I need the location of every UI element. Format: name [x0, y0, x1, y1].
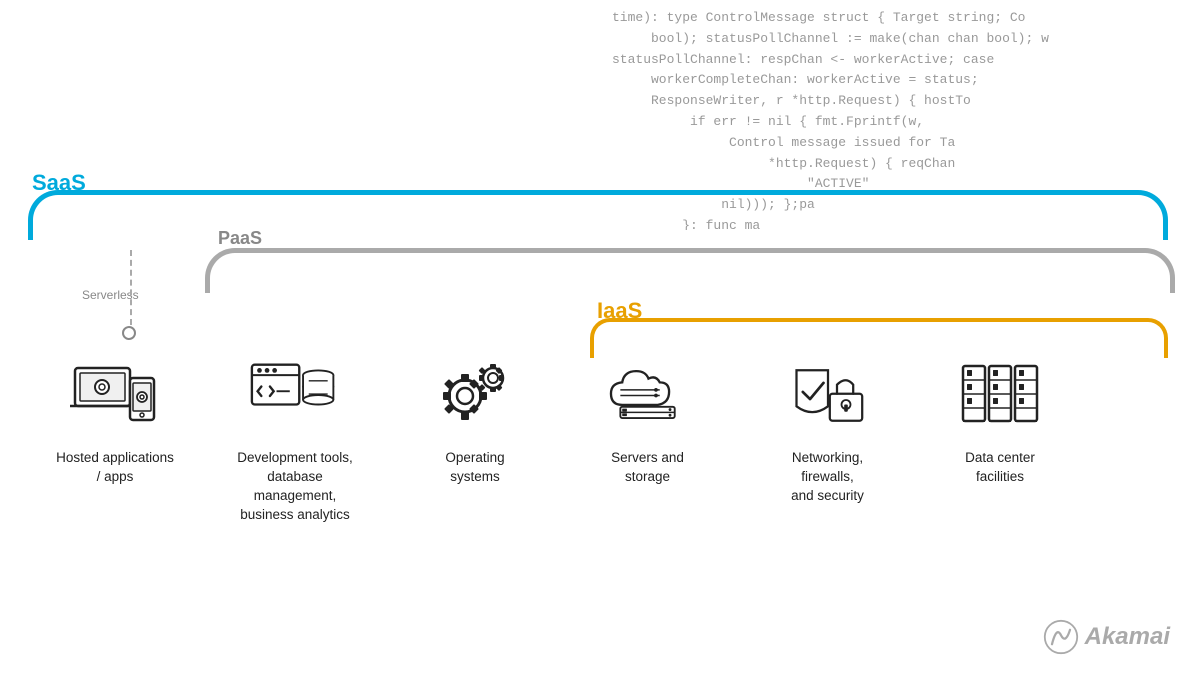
datacenter-icon — [955, 355, 1045, 435]
item-servers-storage: Servers andstorage — [560, 355, 735, 487]
saas-arc — [28, 190, 1168, 240]
cloud-storage-icon — [603, 355, 693, 435]
shield-lock-icon — [783, 355, 873, 435]
item-datacenter: Data centerfacilities — [920, 355, 1080, 487]
akamai-logo: Akamai — [1043, 619, 1170, 655]
item-networking: Networking,firewalls,and security — [735, 355, 920, 506]
hosted-apps-label: Hosted applications/ apps — [56, 449, 174, 487]
akamai-text: Akamai — [1085, 623, 1170, 651]
item-os: Operatingsystems — [390, 355, 560, 487]
akamai-icon-svg — [1043, 619, 1079, 655]
gear-icon — [430, 355, 520, 435]
paas-arc — [205, 248, 1175, 293]
paas-label: PaaS — [218, 228, 262, 249]
laptop-phone-icon — [70, 355, 160, 435]
serverless-circle — [122, 326, 136, 340]
item-dev-tools: Development tools,databasemanagement,bus… — [200, 355, 390, 525]
servers-storage-label: Servers andstorage — [611, 449, 684, 487]
iaas-arc — [590, 318, 1168, 358]
datacenter-label: Data centerfacilities — [965, 449, 1035, 487]
items-row: Hosted applications/ apps — [30, 355, 1080, 525]
networking-label: Networking,firewalls,and security — [791, 449, 864, 506]
code-db-icon — [250, 355, 340, 435]
os-label: Operatingsystems — [445, 449, 504, 487]
item-hosted-apps: Hosted applications/ apps — [30, 355, 200, 487]
serverless-dashed-line — [130, 250, 132, 325]
dev-tools-label: Development tools,databasemanagement,bus… — [237, 449, 353, 525]
